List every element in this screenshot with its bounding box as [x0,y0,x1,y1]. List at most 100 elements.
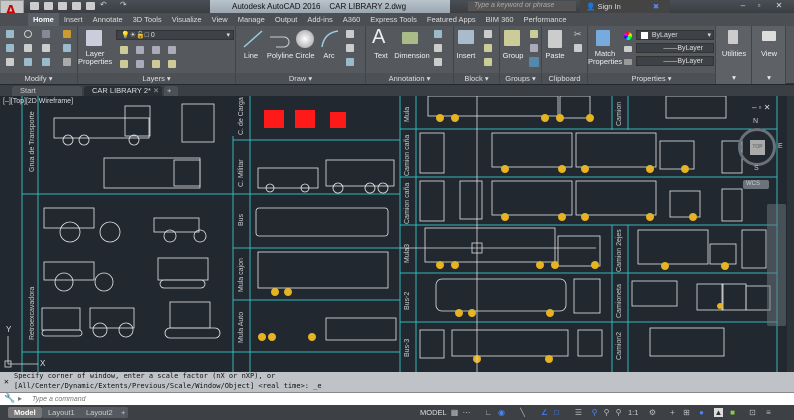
group-select-icon[interactable] [529,57,539,67]
layer-tool-icon[interactable] [136,60,144,68]
polar-icon[interactable]: ◉ [497,408,506,417]
color-dropdown[interactable]: ByLayer ▾ [636,30,714,40]
layers-panel-title[interactable]: Layers ▾ [78,73,235,84]
trim-icon[interactable] [42,30,50,38]
ungroup-icon[interactable] [530,30,538,38]
redo-icon[interactable]: ↷ [120,0,129,9]
car-library-tab[interactable]: CAR LIBRARY 2* ✕ [84,86,162,96]
erase-icon[interactable] [63,30,71,38]
wcs-menu[interactable]: WCS [743,180,769,189]
copy-clip-icon[interactable] [574,44,582,52]
edit-block-icon[interactable] [484,44,492,52]
rotate-icon[interactable] [24,30,32,38]
linear-dim-icon[interactable] [434,30,442,38]
fullscreen-icon[interactable]: ⊡ [748,408,757,417]
close-command-icon[interactable]: ✕ [4,377,9,387]
command-input[interactable] [32,394,732,405]
annotation-monitor-icon[interactable]: + [668,408,677,417]
units-icon[interactable]: ⊞ [682,408,691,417]
group-edit-icon[interactable] [530,44,538,52]
annotation-scale-dropdown[interactable]: 1:1 [628,408,638,417]
start-tab[interactable]: Start [12,86,82,96]
fillet-icon[interactable] [42,44,50,52]
close-button[interactable]: ✕ [772,1,786,11]
offset-icon[interactable] [63,58,71,66]
clipboard-panel-title[interactable]: Clipboard [542,73,587,84]
chevron-down-icon[interactable]: ▾ [716,74,752,82]
circle-button[interactable]: Circle [292,52,318,60]
compass-east[interactable]: E [778,143,783,150]
layout2-tab[interactable]: Layout2 [80,407,119,418]
save-as-icon[interactable] [72,2,81,10]
tab-view[interactable]: View [207,13,233,26]
utilities-button[interactable]: Utilities [716,50,752,58]
annotation-panel-title[interactable]: Annotation ▾ [366,73,453,84]
view-panel[interactable]: View ▾ [752,26,786,84]
tab-visualize[interactable]: Visualize [167,13,207,26]
compass-south[interactable]: S [754,165,759,172]
search-input[interactable]: Type a keyword or phrase [468,1,576,11]
restore-button[interactable]: ▫ [752,1,766,11]
rectangle-icon[interactable] [346,30,354,38]
minimize-button[interactable]: – [736,1,750,11]
block-panel-title[interactable]: Block ▾ [454,73,499,84]
annotation-visibility-icon[interactable]: ⚲ [590,408,599,417]
array-icon[interactable] [42,58,50,66]
layer-properties-button[interactable]: Layer Properties [78,50,112,66]
navigation-bar[interactable] [767,204,786,326]
annotation-scale-icon[interactable]: ⚲ [614,408,623,417]
layer-properties-icon[interactable] [86,30,102,46]
tab-express-tools[interactable]: Express Tools [365,13,422,26]
isodraft-icon[interactable]: ╲ [518,408,527,417]
tab-3d-tools[interactable]: 3D Tools [128,13,167,26]
tab-a360[interactable]: A360 [338,13,366,26]
create-block-icon[interactable] [484,30,492,38]
tab-manage[interactable]: Manage [233,13,270,26]
auto-scale-icon[interactable]: ⚲ [602,408,611,417]
tab-insert[interactable]: Insert [59,13,88,26]
snap-icon[interactable]: ⋯ [462,408,471,417]
dimension-button[interactable]: Dimension [394,52,430,60]
match-properties-button[interactable]: Match Properties [588,50,622,66]
lineweight-dropdown[interactable]: ——ByLayer [636,43,714,53]
new-tab-button[interactable]: + [164,86,178,96]
linetype-dropdown[interactable]: ——ByLayer [636,56,714,66]
open-icon[interactable] [44,2,53,10]
object-snap-tracking-icon[interactable]: ∠ [540,408,549,417]
text-button[interactable]: Text [368,52,394,60]
draw-panel-title[interactable]: Draw ▾ [236,73,365,84]
group-button[interactable]: Group [500,52,526,60]
model-tab[interactable]: Model [8,407,42,418]
close-tab-icon[interactable]: ✕ [153,86,159,95]
view-button[interactable]: View [752,50,786,58]
layer-tool-icon[interactable] [136,46,144,54]
grid-icon[interactable]: ▦ [450,408,459,417]
table-icon[interactable] [434,58,442,66]
tab-performance[interactable]: Performance [519,13,572,26]
tab-bim-360[interactable]: BIM 360 [481,13,519,26]
groups-panel-title[interactable]: Groups ▾ [500,73,541,84]
print-icon[interactable] [86,2,95,10]
region-icon[interactable] [346,58,354,66]
scale-icon[interactable] [24,58,32,66]
customize-icon[interactable]: 🔧 [4,393,15,404]
viewport-controls-label[interactable]: [–][Top][2D Wireframe] [3,98,73,105]
tab-annotate[interactable]: Annotate [88,13,128,26]
cut-icon[interactable]: ✂ [574,30,582,39]
hatch-icon[interactable] [346,44,354,52]
layer-tool-icon[interactable] [152,46,160,54]
layer-tool-icon[interactable] [120,60,128,68]
line-button[interactable]: Line [238,52,264,60]
tab-add-ins[interactable]: Add-ins [302,13,337,26]
layer-tool-icon[interactable] [168,46,176,54]
properties-panel-title[interactable]: Properties ▾ [588,73,715,84]
workspace-gear-icon[interactable]: ⚙ [648,408,657,417]
tab-output[interactable]: Output [270,13,303,26]
new-icon[interactable] [30,2,39,10]
insert-button[interactable]: Insert [454,52,478,60]
arc-button[interactable]: Arc [318,52,340,60]
viewcube[interactable]: TOP [738,128,776,166]
sign-in-button[interactable]: 👤 Sign In ✖ ? [580,0,670,24]
layer-tool-icon[interactable] [168,60,176,68]
layer-dropdown[interactable]: 💡☀🔓□ 0 ▾ [116,30,234,40]
